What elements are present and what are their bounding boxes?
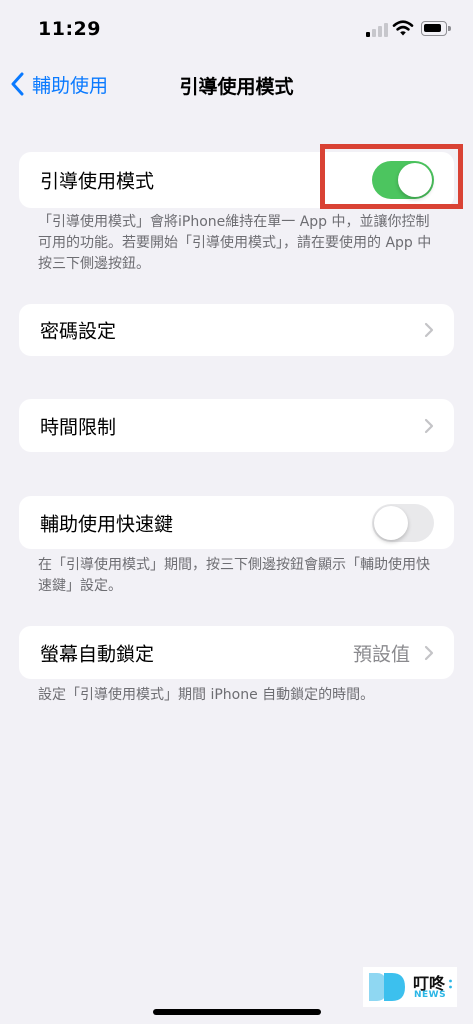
accessibility-shortcut-toggle[interactable] <box>372 503 434 542</box>
home-indicator[interactable] <box>153 1009 321 1015</box>
time-limits-label: 時間限制 <box>40 416 117 438</box>
accessibility-shortcut-label: 輔助使用快速鍵 <box>40 513 174 535</box>
highlight-annotation <box>320 144 463 209</box>
wifi-icon <box>392 20 414 36</box>
cellular-signal-icon <box>366 22 388 37</box>
dots-icon <box>449 979 452 989</box>
passcode-settings-card: 密碼設定 <box>19 304 454 356</box>
auto-lock-row[interactable]: 螢幕自動鎖定 預設值 <box>19 626 454 679</box>
page-title: 引導使用模式 <box>179 76 294 98</box>
auto-lock-label: 螢幕自動鎖定 <box>40 643 155 665</box>
time-limits-row[interactable]: 時間限制 <box>19 399 454 452</box>
navigation-bar: 輔助使用 引導使用模式 <box>0 60 473 108</box>
shortcut-note: 在「引導使用模式」期間，按三下側邊按鈕會顯示「輔助使用快速鍵」設定。 <box>38 557 430 594</box>
status-time: 11:29 <box>38 18 101 40</box>
time-limits-card: 時間限制 <box>19 399 454 452</box>
auto-lock-note: 設定「引導使用模式」期間 iPhone 自動鎖定的時間。 <box>38 687 375 703</box>
chevron-right-icon <box>424 645 434 660</box>
watermark-logo: 叮咚 NEWS <box>363 967 457 1007</box>
watermark-sub: NEWS <box>414 990 447 1000</box>
passcode-settings-row[interactable]: 密碼設定 <box>19 304 454 356</box>
battery-icon <box>421 21 451 36</box>
dd-logo-icon <box>369 973 405 1001</box>
auto-lock-value: 預設值 <box>352 643 410 665</box>
auto-lock-card: 螢幕自動鎖定 預設值 <box>19 626 454 679</box>
guided-access-note: 「引導使用模式」會將iPhone維持在單一 App 中，並讓你控制可用的功能。若… <box>38 214 432 272</box>
guided-access-label: 引導使用模式 <box>40 170 155 193</box>
passcode-settings-label: 密碼設定 <box>40 320 117 343</box>
accessibility-shortcut-card: 輔助使用快速鍵 <box>19 496 454 549</box>
chevron-right-icon <box>424 418 434 433</box>
chevron-right-icon <box>424 322 434 338</box>
accessibility-shortcut-row: 輔助使用快速鍵 <box>19 496 454 549</box>
status-bar: 11:29 <box>0 0 473 60</box>
